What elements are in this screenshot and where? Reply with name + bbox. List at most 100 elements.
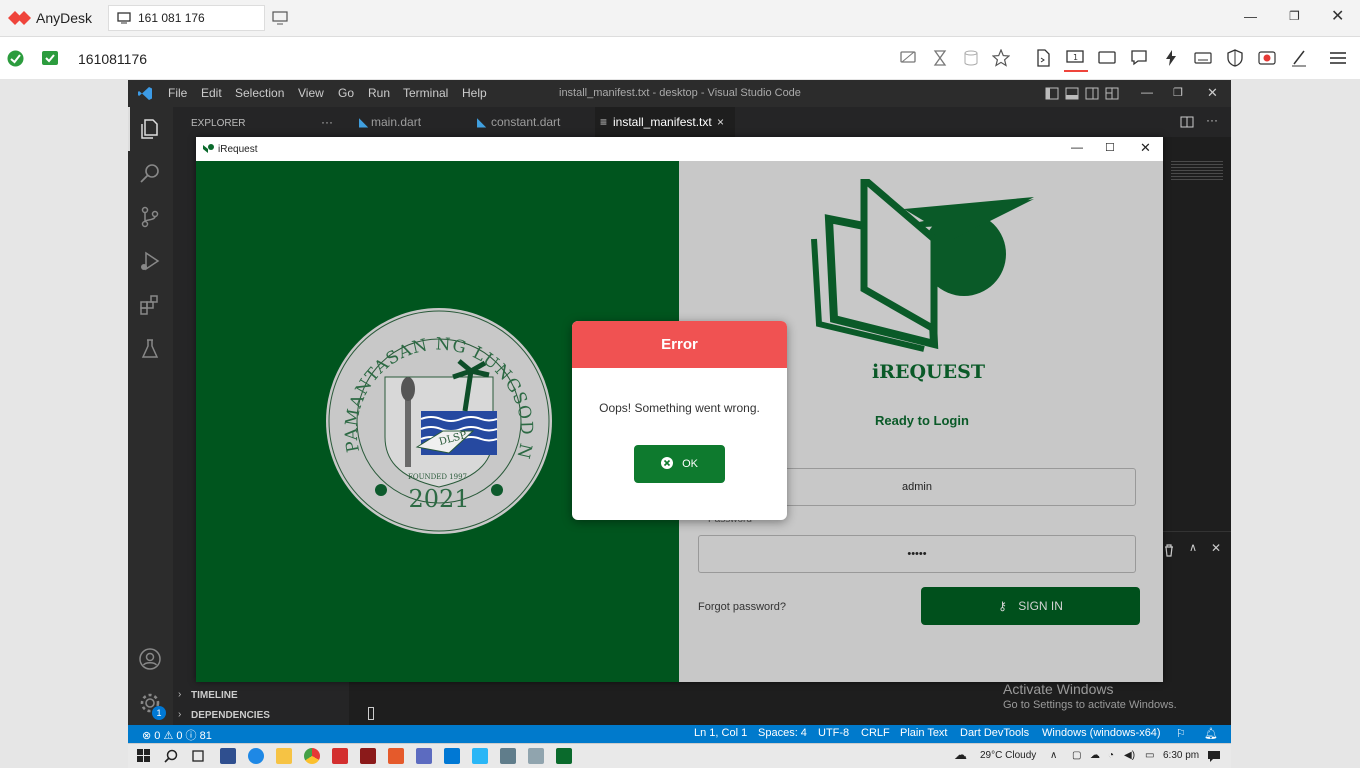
anydesk-titlebar: AnyDesk 161 081 176 — ❐ ✕ [0,0,1360,37]
vscode-restore-button[interactable]: ❐ [1173,86,1183,99]
database-icon[interactable] [962,49,980,67]
new-session-icon[interactable] [272,11,288,25]
screen-mode-icon[interactable] [1098,49,1116,67]
record-icon[interactable] [1258,49,1276,67]
hourglass-icon[interactable] [931,49,949,67]
toggle-panel-icon[interactable] [1065,87,1079,100]
whiteboard-pen-icon[interactable] [1290,49,1308,67]
taskbar-app-icon[interactable] [472,748,488,764]
device-status[interactable]: Windows (windows-x64) [1042,727,1161,739]
search-icon[interactable] [138,161,162,185]
task-view-icon[interactable] [191,749,205,763]
wifi-icon[interactable]: ◔ [1108,750,1114,761]
irequest-minimize-button[interactable]: — [1071,140,1083,154]
vscode-close-button[interactable]: ✕ [1207,85,1218,101]
tab-install-manifest[interactable]: ≡ install_manifest.txt × [595,107,735,137]
menu-edit[interactable]: Edit [201,86,222,100]
monitor-select-icon[interactable]: 1 [1066,49,1084,67]
taskbar-app-icon[interactable] [500,748,516,764]
language-status[interactable]: Plain Text [900,727,948,739]
menu-terminal[interactable]: Terminal [403,86,448,100]
tray-app-icon[interactable]: ▢ [1072,750,1081,761]
toggle-sidebar-icon[interactable] [1045,87,1059,100]
permission-icon[interactable] [42,50,59,67]
battery-icon[interactable]: ▭ [1145,750,1154,761]
encoding-status[interactable]: UTF-8 [818,727,849,739]
vscode-minimize-button[interactable]: — [1141,85,1153,99]
close-panel-icon[interactable]: ✕ [1211,541,1221,555]
shield-icon[interactable] [1226,49,1244,67]
testing-flask-icon[interactable] [138,337,162,361]
ok-button[interactable]: OK [634,445,725,483]
extensions-icon[interactable] [138,293,162,317]
toggle-secondary-sidebar-icon[interactable] [1085,87,1099,100]
chevron-right-icon: › [178,689,182,700]
visual-studio-icon[interactable] [416,748,432,764]
eol-status[interactable]: CRLF [861,727,890,739]
weather-status[interactable]: 29°C Cloudy [980,750,1036,761]
source-control-icon[interactable] [138,205,162,229]
notifications-bell-icon[interactable]: 🔔︎ [1204,727,1218,740]
windows-start-icon[interactable] [137,749,151,763]
volume-icon[interactable]: ◀) [1124,750,1135,761]
menu-selection[interactable]: Selection [235,86,284,100]
tab-close-icon[interactable]: × [717,107,724,137]
explorer-more-button[interactable]: ··· [321,115,333,129]
tab-main-dart[interactable]: ◣ main.dart [349,107,467,137]
menu-file[interactable]: File [168,86,187,100]
notepad-icon[interactable] [528,748,544,764]
anydesk-app-name: AnyDesk [36,10,93,26]
address-field[interactable]: 161081176 [78,51,147,67]
taskbar-app-icon[interactable] [360,748,376,764]
indentation-status[interactable]: Spaces: 4 [758,727,807,739]
actions-bolt-icon[interactable] [1162,49,1180,67]
explorer-icon[interactable] [138,117,162,141]
close-button[interactable]: ✕ [1331,6,1344,26]
taskbar-search-icon[interactable] [164,749,178,763]
dialog-message: Oops! Something went wrong. [599,401,760,415]
menu-view[interactable]: View [298,86,324,100]
accounts-icon[interactable] [138,647,162,671]
taskbar-app-icon[interactable] [220,748,236,764]
irequest-close-button[interactable]: ✕ [1140,140,1151,156]
svg-text:1: 1 [1073,53,1078,62]
star-icon[interactable] [992,49,1010,67]
dart-devtools-status[interactable]: Dart DevTools [960,727,1029,739]
split-editor-icon[interactable] [1180,116,1194,128]
chat-icon[interactable] [1130,49,1148,67]
hamburger-menu-icon[interactable] [1329,49,1347,67]
dependencies-section[interactable]: › DEPENDENCIES [173,707,349,725]
feedback-icon[interactable]: ⚐ [1176,727,1186,740]
menu-run[interactable]: Run [368,86,390,100]
tab-constant-dart[interactable]: ◣ constant.dart [469,107,593,137]
cursor-position-status[interactable]: Ln 1, Col 1 [694,727,747,739]
chrome-icon[interactable] [304,748,320,764]
run-debug-icon[interactable] [138,249,162,273]
editor-more-button[interactable]: ··· [1206,113,1218,127]
anydesk-taskbar-icon[interactable] [332,748,348,764]
system-tray-chevron-icon[interactable]: ∧ [1050,750,1057,761]
onedrive-icon[interactable]: ☁ [1090,750,1100,761]
menu-help[interactable]: Help [462,86,487,100]
file-explorer-icon[interactable] [276,748,292,764]
file-transfer-icon[interactable] [1034,49,1052,67]
problems-status[interactable]: ⊗ 0 ⚠ 0 ⓘ 81 [142,727,212,743]
menu-go[interactable]: Go [338,86,354,100]
irequest-taskbar-icon[interactable] [556,748,572,764]
customize-layout-icon[interactable] [1105,87,1119,100]
timeline-section[interactable]: › TIMELINE [173,687,349,705]
vscode-taskbar-icon[interactable] [444,748,460,764]
clock[interactable]: 6:30 pm [1163,750,1199,761]
display-settings-icon[interactable] [899,49,917,67]
trash-icon[interactable] [1163,544,1175,557]
session-tab[interactable]: 161 081 176 [108,5,265,31]
taskbar-app-icon[interactable] [388,748,404,764]
edge-browser-icon[interactable] [248,748,264,764]
keyboard-icon[interactable] [1194,49,1212,67]
minimize-button[interactable]: — [1244,9,1257,24]
action-center-icon[interactable] [1207,749,1221,763]
restore-button[interactable]: ❐ [1289,9,1300,23]
maximize-panel-icon[interactable]: ∧ [1189,541,1197,554]
settings-badge: 1 [152,706,166,720]
irequest-maximize-button[interactable]: ☐ [1105,141,1115,154]
